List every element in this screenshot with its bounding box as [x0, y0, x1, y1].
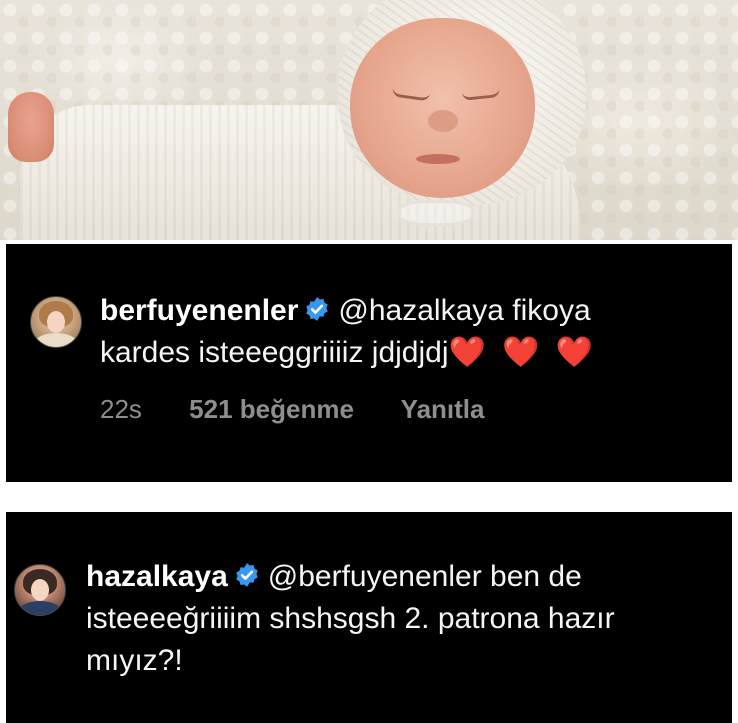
username[interactable]: hazalkaya: [86, 560, 228, 593]
avatar-face: [47, 311, 65, 333]
comment-line2: isteeeeğriiiim shshsgsh 2. patrona hazır: [86, 602, 615, 635]
comment-text: berfuyenenler @hazalkaya fikoya kardes is…: [100, 290, 720, 374]
verified-badge-icon: [236, 563, 258, 587]
verified-badge-icon: [306, 297, 329, 321]
avatar[interactable]: [30, 296, 82, 348]
comment-line3: mıyız?!: [86, 644, 183, 677]
comment-card-2: hazalkaya @berfuyenenler ben de isteeeeğr…: [6, 512, 732, 723]
comment-line1: ben de: [481, 560, 582, 593]
baby-photo: [0, 0, 738, 240]
avatar[interactable]: [14, 564, 66, 616]
timestamp: 22s: [100, 394, 142, 424]
username[interactable]: berfuyenenler: [100, 294, 298, 327]
comment-meta: 22s 521 beğenme Yanıtla: [100, 394, 525, 425]
mention-link[interactable]: @berfuyenenler: [268, 560, 482, 593]
closed-eye-right: [461, 88, 501, 101]
baby-face: [350, 18, 535, 198]
avatar-shoulders: [35, 333, 77, 347]
avatar-face: [31, 579, 49, 601]
mouth: [416, 154, 460, 164]
baby-hand: [8, 92, 54, 162]
bonnet-tie: [398, 200, 474, 226]
closed-eye-left: [391, 87, 431, 102]
comment-text: hazalkaya @berfuyenenler ben de isteeeeğr…: [86, 556, 726, 682]
avatar-shoulders: [19, 601, 61, 615]
likes-count-link[interactable]: 521 beğenme: [189, 394, 354, 424]
comment-line2: kardes isteeeggriiiiz jdjdjdj: [100, 336, 449, 369]
comment-line1: fikoya: [503, 294, 591, 327]
comment-card-1: berfuyenenler @hazalkaya fikoya kardes is…: [6, 244, 732, 482]
heart-emoji-icon: ❤️ ❤️ ❤️: [448, 336, 598, 369]
reply-button[interactable]: Yanıtla: [401, 394, 485, 424]
mention-link[interactable]: @hazalkaya: [338, 294, 504, 327]
nose: [428, 110, 458, 132]
